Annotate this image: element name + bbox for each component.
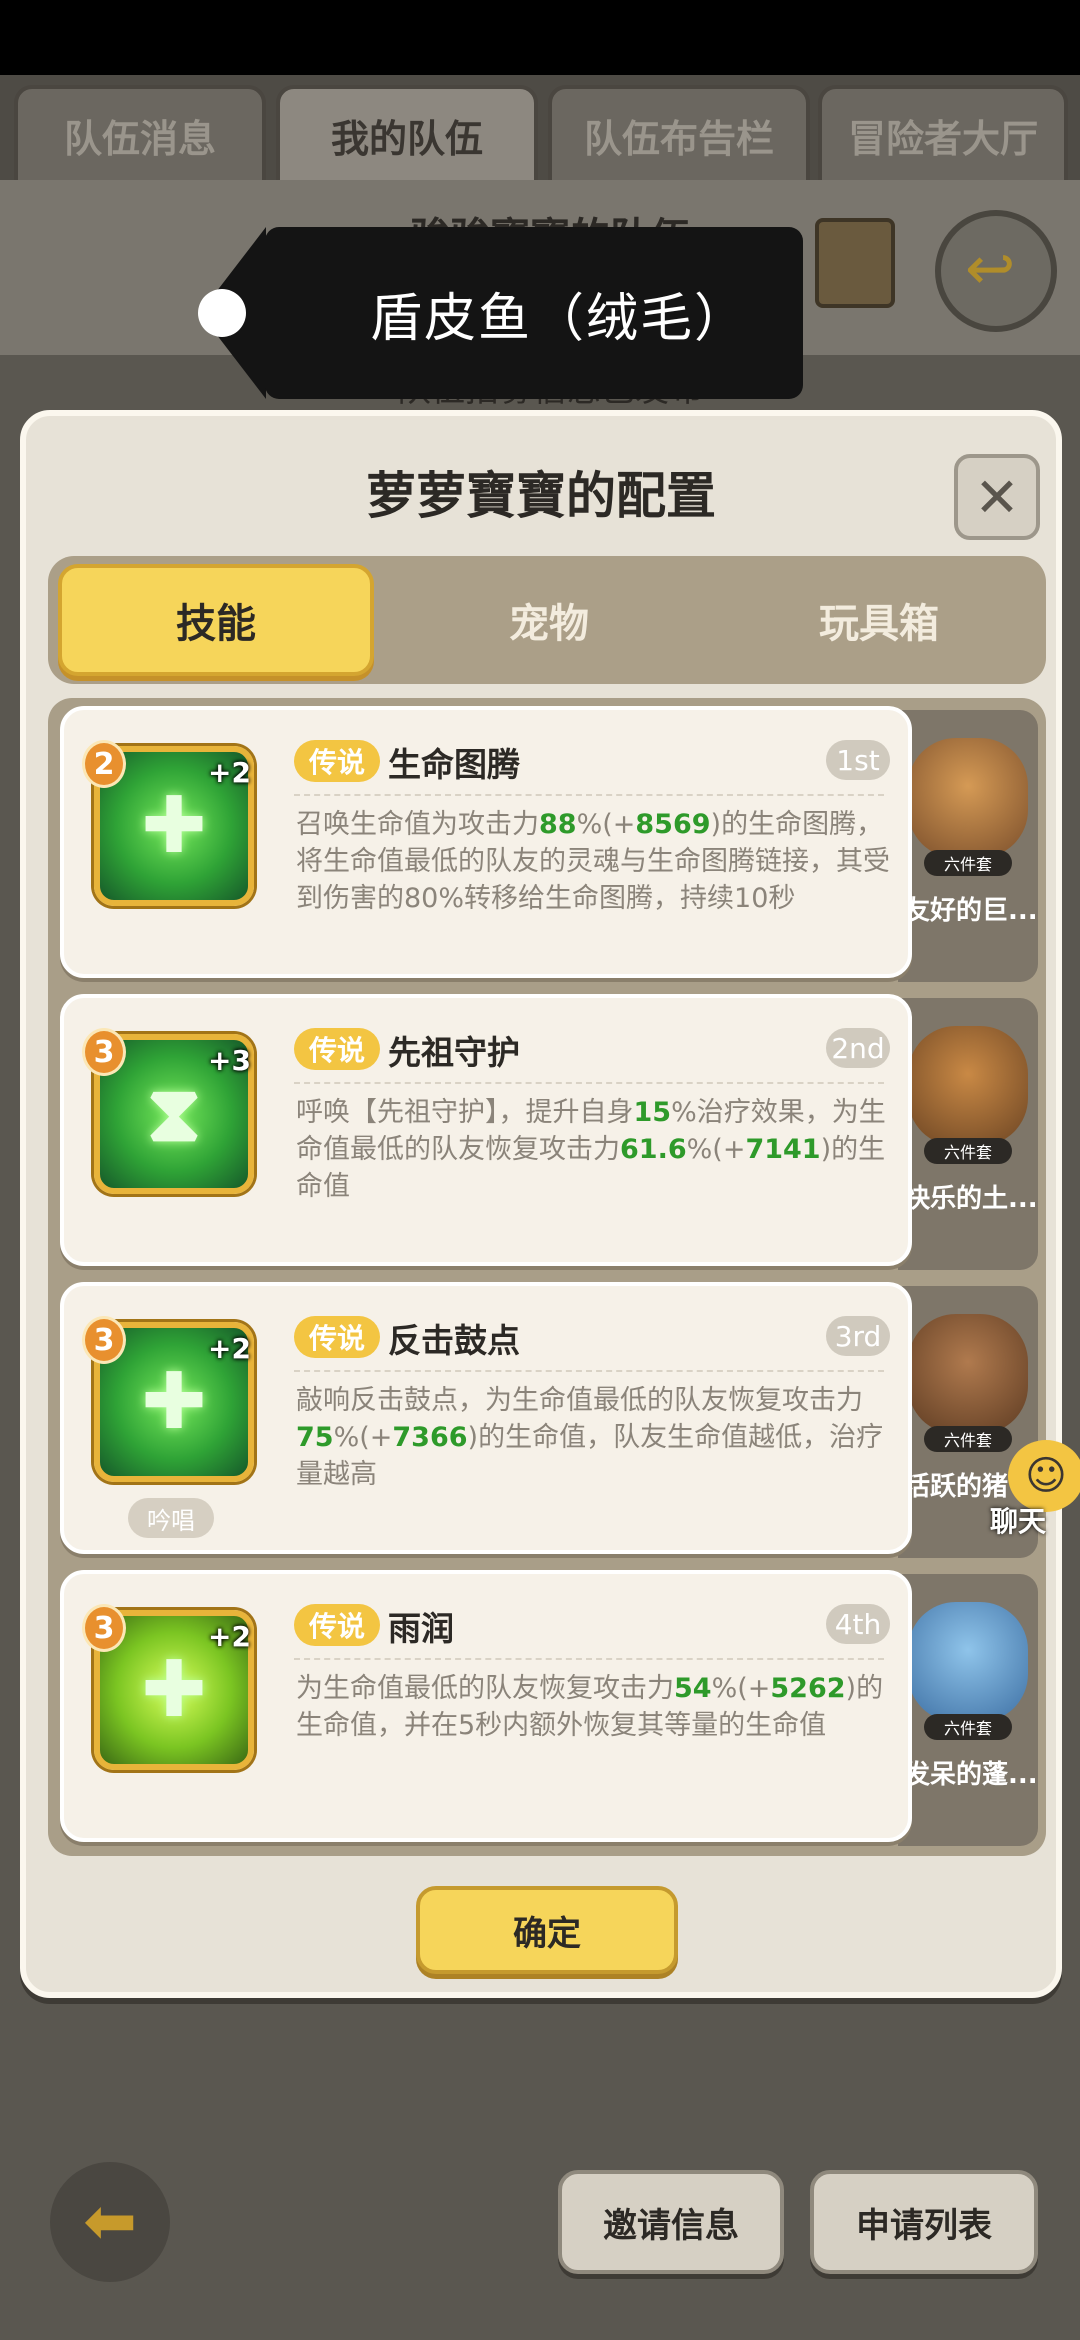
level-badge: 2 — [82, 740, 126, 788]
tab-pets[interactable]: 宠物 — [394, 564, 704, 676]
pet-slot[interactable]: 六件套 发呆的蓬... — [898, 1574, 1038, 1846]
confirm-button[interactable]: 确定 — [416, 1886, 678, 1974]
skill-name: 先祖守护 — [388, 1033, 520, 1072]
pet-name: 友好的巨... — [904, 896, 1038, 926]
config-dialog: 萝萝寶寶的配置 ✕ 技能 宠物 玩具箱 六件套 友好的巨... ✚ 2 +2 传… — [20, 410, 1062, 1998]
rarity-badge: 传说 — [294, 1604, 380, 1646]
tab-adventurer-hall[interactable]: 冒险者大厅 — [818, 85, 1068, 185]
pet-avatar — [908, 738, 1028, 858]
tooltip: 盾皮鱼（绒毛） — [265, 227, 803, 399]
rank-badge: 2nd — [826, 1028, 890, 1068]
chat-label[interactable]: 聊天 — [990, 1500, 1046, 1540]
rarity-badge: 传说 — [294, 1028, 380, 1070]
level-badge: 3 — [82, 1316, 126, 1364]
skill-card[interactable]: ✚ 3 +2 传说 反击鼓点 3rd 敲响反击鼓点，为生命值最低的队友恢复攻击力… — [60, 1282, 912, 1554]
pet-avatar — [908, 1602, 1028, 1722]
rank-badge: 3rd — [826, 1316, 890, 1356]
close-icon: ✕ — [974, 465, 1020, 529]
divider — [294, 794, 884, 796]
plus-level: +3 — [208, 1044, 251, 1077]
close-button[interactable]: ✕ — [954, 454, 1040, 540]
skill-card[interactable]: ⧗ 3 +3 传说 先祖守护 2nd 呼唤【先祖守护】，提升自身15%治疗效果，… — [60, 994, 912, 1266]
tab-skills[interactable]: 技能 — [58, 564, 374, 676]
chant-tag: 吟唱 — [128, 1498, 214, 1538]
skill-card[interactable]: ✚ 2 +2 传说 生命图腾 1st 召唤生命值为攻击力88%(+8569)的生… — [60, 706, 912, 978]
tab-my-team[interactable]: 我的队伍 — [276, 85, 538, 185]
plus-level: +2 — [208, 756, 251, 789]
top-tab-bar: 队伍消息 我的队伍 队伍布告栏 冒险者大厅 — [0, 75, 1080, 185]
skill-description: 召唤生命值为攻击力88%(+8569)的生命图腾，将生命值最低的队友的灵魂与生命… — [296, 809, 890, 914]
pet-set-badge: 六件套 — [924, 850, 1012, 876]
divider — [294, 1658, 884, 1660]
skill-list: 六件套 友好的巨... ✚ 2 +2 传说 生命图腾 1st 召唤生命值为攻击力… — [48, 698, 1046, 1856]
pet-name: 快乐的土... — [904, 1184, 1038, 1214]
divider — [294, 1082, 884, 1084]
rarity-badge: 传说 — [294, 1316, 380, 1358]
pet-set-badge: 六件套 — [924, 1714, 1012, 1740]
tab-team-board[interactable]: 队伍布告栏 — [548, 85, 810, 185]
plus-level: +2 — [208, 1332, 251, 1365]
dialog-tab-bar: 技能 宠物 玩具箱 — [48, 556, 1046, 684]
pet-slot[interactable]: 六件套 友好的巨... — [898, 710, 1038, 982]
dialog-title: 萝萝寶寶的配置 — [366, 467, 716, 525]
skill-name: 生命图腾 — [388, 745, 520, 784]
level-badge: 3 — [82, 1604, 126, 1652]
tab-team-messages[interactable]: 队伍消息 — [14, 85, 266, 185]
skill-description: 呼唤【先祖守护】，提升自身15%治疗效果，为生命值最低的队友恢复攻击力61.6%… — [296, 1097, 886, 1202]
rank-badge: 4th — [826, 1604, 890, 1644]
status-bar — [0, 0, 1080, 75]
invite-info-button[interactable]: 邀请信息 — [558, 2170, 784, 2274]
skill-description: 敲响反击鼓点，为生命值最低的队友恢复攻击力75%(+7366)的生命值，队友生命… — [296, 1385, 884, 1490]
pet-avatar — [908, 1314, 1028, 1434]
pet-avatar — [908, 1026, 1028, 1146]
divider — [294, 1370, 884, 1372]
level-badge: 3 — [82, 1028, 126, 1076]
skill-name: 反击鼓点 — [388, 1321, 520, 1360]
rank-badge: 1st — [826, 740, 890, 780]
tooltip-dot-icon — [198, 289, 246, 337]
tab-toybox[interactable]: 玩具箱 — [724, 564, 1034, 676]
skill-name: 雨润 — [388, 1609, 454, 1648]
pet-name: 发呆的蓬... — [904, 1760, 1038, 1790]
notice-scroll-icon[interactable] — [815, 218, 895, 308]
apply-list-button[interactable]: 申请列表 — [810, 2170, 1038, 2274]
tooltip-text: 盾皮鱼（绒毛） — [370, 288, 749, 349]
skill-description: 为生命值最低的队友恢复攻击力54%(+5262)的生命值，并在5秒内额外恢复其等… — [296, 1673, 884, 1741]
pet-set-badge: 六件套 — [924, 1426, 1012, 1452]
plus-level: +2 — [208, 1620, 251, 1653]
rarity-badge: 传说 — [294, 740, 380, 782]
return-icon[interactable]: ↩ — [935, 210, 1057, 332]
skill-card[interactable]: ✚ 3 +2 传说 雨润 4th 为生命值最低的队友恢复攻击力54%(+5262… — [60, 1570, 912, 1842]
back-arrow-icon[interactable]: ⬅ — [50, 2162, 170, 2282]
pet-slot[interactable]: 六件套 快乐的土... — [898, 998, 1038, 1270]
pet-set-badge: 六件套 — [924, 1138, 1012, 1164]
